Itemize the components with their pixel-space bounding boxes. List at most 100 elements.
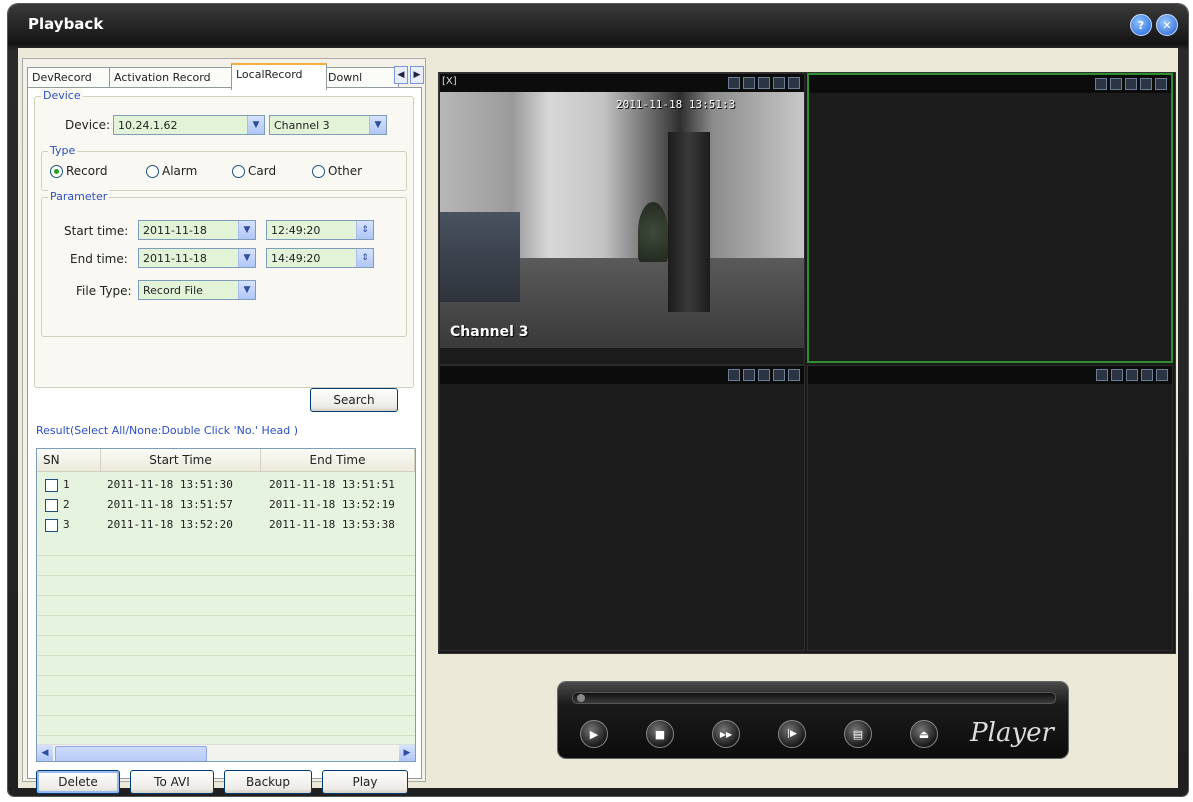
end-date-picker[interactable]: 2011-11-18 ▼ bbox=[138, 248, 256, 268]
tab-scroll-left-icon[interactable]: ◀ bbox=[394, 66, 408, 84]
chevron-down-icon: ▼ bbox=[247, 116, 264, 134]
scroll-thumb[interactable] bbox=[55, 746, 207, 761]
result-label: Result(Select All/None:Double Click 'No.… bbox=[34, 424, 300, 437]
grid-line bbox=[37, 715, 415, 716]
row-sn: 2 bbox=[63, 498, 70, 511]
feed-pillar bbox=[668, 132, 710, 312]
audio-icon[interactable] bbox=[1141, 369, 1153, 381]
table-row[interactable]: 3 2011-11-18 13:52:20 2011-11-18 13:53:3… bbox=[37, 515, 415, 535]
file-type-select[interactable]: Record File ▼ bbox=[138, 280, 256, 300]
row-end: 2011-11-18 13:52:19 bbox=[269, 498, 395, 511]
cell-icons bbox=[1096, 369, 1168, 381]
close-icon[interactable] bbox=[788, 77, 800, 89]
close-icon[interactable]: ✕ bbox=[1156, 14, 1178, 36]
record-icon[interactable] bbox=[728, 77, 740, 89]
tab-localrecord[interactable]: LocalRecord bbox=[231, 63, 327, 90]
video-cell-3[interactable] bbox=[439, 365, 805, 651]
file-type-value: Record File bbox=[143, 284, 203, 297]
zoom-icon[interactable] bbox=[1125, 78, 1137, 90]
tab-download[interactable]: Downl bbox=[323, 67, 399, 88]
close-icon[interactable] bbox=[1155, 78, 1167, 90]
zoom-icon[interactable] bbox=[758, 369, 770, 381]
row-checkbox[interactable] bbox=[45, 499, 58, 512]
radio-other-dot bbox=[312, 164, 325, 178]
device-select[interactable]: 10.24.1.62 ▼ bbox=[113, 115, 265, 135]
audio-icon[interactable] bbox=[773, 77, 785, 89]
delete-button[interactable]: Delete bbox=[36, 770, 120, 794]
channel-select[interactable]: Channel 3 ▼ bbox=[269, 115, 387, 135]
result-header: SN Start Time End Time bbox=[37, 449, 415, 472]
zoom-icon[interactable] bbox=[1126, 369, 1138, 381]
snapshot-icon[interactable]: ▤ bbox=[844, 720, 872, 748]
radio-other[interactable]: Other bbox=[312, 164, 362, 178]
grid-line bbox=[37, 695, 415, 696]
fast-forward-icon[interactable]: ▶▶ bbox=[712, 720, 740, 748]
search-button[interactable]: Search bbox=[310, 388, 398, 412]
tab-scroll-arrows: ◀ ▶ bbox=[394, 66, 424, 84]
help-icon[interactable]: ? bbox=[1130, 14, 1152, 36]
start-date-picker[interactable]: 2011-11-18 ▼ bbox=[138, 220, 256, 240]
video-cell-4[interactable] bbox=[807, 365, 1173, 651]
grid-line bbox=[37, 655, 415, 656]
start-time-spinner[interactable]: 12:49:20 ⇕ bbox=[266, 220, 374, 240]
snapshot-icon[interactable] bbox=[1111, 369, 1123, 381]
grid-line bbox=[37, 675, 415, 676]
row-checkbox[interactable] bbox=[45, 519, 58, 532]
video-cell-toolbar bbox=[440, 366, 804, 384]
radio-card[interactable]: Card bbox=[232, 164, 276, 178]
snapshot-icon[interactable] bbox=[743, 77, 755, 89]
grid-line bbox=[37, 615, 415, 616]
table-row[interactable]: 1 2011-11-18 13:51:30 2011-11-18 13:51:5… bbox=[37, 475, 415, 495]
radio-other-label: Other bbox=[328, 164, 363, 178]
result-list[interactable]: SN Start Time End Time 1 2011-11-18 13:5… bbox=[36, 448, 416, 762]
snapshot-icon[interactable] bbox=[743, 369, 755, 381]
zoom-icon[interactable] bbox=[758, 77, 770, 89]
close-icon[interactable] bbox=[1156, 369, 1168, 381]
radio-card-dot bbox=[232, 164, 245, 178]
stop-icon[interactable]: ■ bbox=[646, 720, 674, 748]
play-icon[interactable]: ▶ bbox=[580, 720, 608, 748]
row-checkbox[interactable] bbox=[45, 479, 58, 492]
video-cell-2[interactable] bbox=[807, 73, 1173, 363]
localrecord-panel: Device Device: 10.24.1.62 ▼ Channel 3 ▼ … bbox=[27, 87, 422, 794]
scroll-right-icon[interactable]: ▶ bbox=[399, 745, 415, 761]
radio-alarm[interactable]: Alarm bbox=[146, 164, 197, 178]
video-cell-1[interactable]: [X] 2011-11-18 13:51:3 Channel 3 bbox=[439, 73, 805, 365]
audio-icon[interactable] bbox=[1140, 78, 1152, 90]
backup-button[interactable]: Backup bbox=[224, 770, 312, 794]
col-sn[interactable]: SN bbox=[37, 449, 101, 471]
record-icon[interactable] bbox=[728, 369, 740, 381]
client-area: DevRecord Activation Record LocalRecord … bbox=[18, 48, 1178, 794]
progress-thumb[interactable] bbox=[577, 694, 585, 702]
col-end-time[interactable]: End Time bbox=[261, 449, 415, 471]
close-icon[interactable] bbox=[788, 369, 800, 381]
radio-record-label: Record bbox=[66, 164, 108, 178]
col-start-time[interactable]: Start Time bbox=[101, 449, 261, 471]
playback-progress-bar[interactable] bbox=[572, 692, 1056, 704]
end-time-label: End time: bbox=[70, 252, 128, 266]
radio-record[interactable]: Record bbox=[50, 164, 107, 178]
title-bar: Playback ? ✕ bbox=[8, 4, 1188, 44]
snapshot-icon[interactable] bbox=[1110, 78, 1122, 90]
device-label: Device: bbox=[65, 118, 111, 132]
tab-devrecord[interactable]: DevRecord bbox=[27, 67, 113, 88]
play-button[interactable]: Play bbox=[322, 770, 408, 794]
start-time-value: 12:49:20 bbox=[271, 224, 321, 237]
horizontal-scrollbar[interactable]: ◀ ▶ bbox=[37, 744, 415, 761]
cell-close-icon[interactable]: [X] bbox=[442, 76, 457, 87]
player-controls: ▶ ■ ▶▶ |▶ ▤ ⏏ Player bbox=[558, 682, 1068, 758]
end-time-spinner[interactable]: 14:49:20 ⇕ bbox=[266, 248, 374, 268]
record-icon[interactable] bbox=[1096, 369, 1108, 381]
playback-window: Playback ? ✕ DevRecord Activation Record… bbox=[8, 4, 1188, 796]
to-avi-button[interactable]: To AVI bbox=[130, 770, 214, 794]
step-frame-icon[interactable]: |▶ bbox=[778, 720, 806, 748]
tab-activation-record[interactable]: Activation Record bbox=[109, 67, 236, 88]
table-row[interactable]: 2 2011-11-18 13:51:57 2011-11-18 13:52:1… bbox=[37, 495, 415, 515]
spinner-icon: ⇕ bbox=[356, 221, 373, 239]
audio-icon[interactable] bbox=[773, 369, 785, 381]
eject-icon[interactable]: ⏏ bbox=[910, 720, 938, 748]
scroll-left-icon[interactable]: ◀ bbox=[37, 745, 53, 761]
channel-value: Channel 3 bbox=[274, 119, 330, 132]
record-icon[interactable] bbox=[1095, 78, 1107, 90]
tab-scroll-right-icon[interactable]: ▶ bbox=[410, 66, 424, 84]
